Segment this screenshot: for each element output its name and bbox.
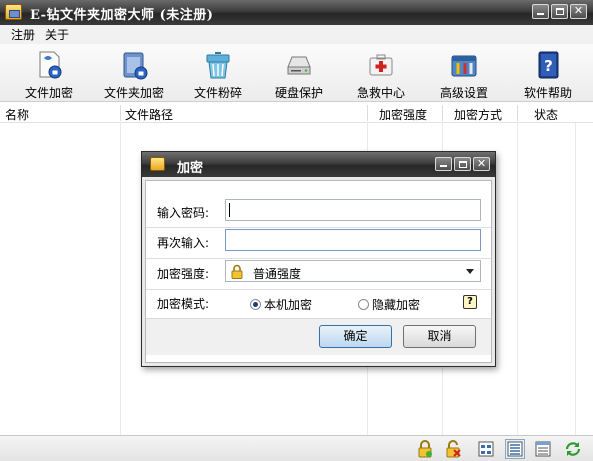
folder-encrypt-label: 文件夹加密 [103,86,164,100]
icon-view-icon [478,441,494,457]
dialog-window-controls: ✕ [435,157,490,171]
ok-button[interactable]: 确定 [319,325,392,348]
refresh-icon [565,442,581,456]
confirm-password-label: 再次输入: [157,236,210,250]
software-help-button[interactable]: ? 软件帮助 [511,46,585,102]
hard-disk-icon [287,56,311,75]
folder-encrypt-button[interactable]: 文件夹加密 [97,46,171,102]
status-bar [0,435,593,461]
lock-icon [231,264,243,279]
mode-local-label: 本机加密 [264,298,313,312]
confirm-password-input[interactable] [225,229,481,251]
close-icon: ✕ [476,157,487,170]
first-aid-label: 急救中心 [356,86,405,100]
radio-checked-icon [250,299,261,310]
column-divider[interactable] [367,105,368,121]
help-book-icon: ? [538,51,559,79]
column-divider[interactable] [517,105,518,121]
maximize-icon [459,161,467,168]
chevron-down-icon[interactable] [466,269,474,274]
file-list-header: 名称 文件路径 加密强度 加密方式 状态 [0,103,593,123]
cancel-button[interactable]: 取消 [403,325,476,348]
menu-bar: 注册 关于 [0,25,593,44]
close-icon: ✕ [573,4,584,17]
app-icon [5,4,22,20]
svg-text:?: ? [544,57,553,75]
unlock-icon [446,440,461,458]
minimize-button[interactable] [532,4,549,19]
refresh-button[interactable] [563,439,583,459]
dialog-minimize-button[interactable] [435,157,452,171]
help-icon[interactable]: ? [463,295,477,309]
first-aid-button[interactable]: 急救中心 [344,46,418,102]
row-divider [146,227,491,228]
lock-status-button[interactable] [415,439,435,459]
hard-disk-protect-label: 硬盘保护 [274,86,323,100]
row-divider [146,258,491,259]
hard-disk-protect-button[interactable]: 硬盘保护 [262,46,336,102]
window-controls: ✕ [532,4,587,19]
close-button[interactable]: ✕ [570,4,587,19]
window-title: E-钻文件夹加密大师 (未注册) [30,8,214,23]
grid-line [120,123,121,435]
mode-local-radio[interactable]: 本机加密 [250,296,312,313]
view-list-button[interactable] [505,439,525,459]
password-input[interactable] [225,199,481,221]
dialog-titlebar[interactable]: 加密 ✕ [142,152,495,177]
list-view-icon [507,441,523,457]
file-encrypt-button[interactable]: 文件加密 [12,46,86,102]
column-status[interactable]: 状态 [534,106,558,123]
lock-icon [418,440,432,458]
row-divider [146,289,491,290]
file-shredder-label: 文件粉碎 [193,86,242,100]
strength-select[interactable]: 普通强度 [225,260,481,282]
dialog-body: 输入密码: 再次输入: 加密强度: 普通强度 加密模式: 本机加密 隐藏加密 ? [145,180,492,363]
dialog-close-button[interactable]: ✕ [473,157,490,171]
strength-label: 加密强度: [157,267,210,281]
encrypt-dialog: 加密 ✕ 输入密码: 再次输入: 加密强度: 普通强度 加密模式: 本机加密 隐… [141,151,496,367]
advanced-settings-button[interactable]: 高级设置 [427,46,501,102]
folder-encrypt-icon [123,52,148,80]
column-name[interactable]: 名称 [5,106,29,123]
maximize-button[interactable] [551,4,568,19]
column-strength[interactable]: 加密强度 [379,106,427,123]
grid-line [575,123,576,435]
view-icons-button[interactable] [476,439,496,459]
software-help-label: 软件帮助 [523,86,572,100]
text-caret [229,203,230,217]
shredder-icon [206,52,230,79]
advanced-settings-label: 高级设置 [439,86,488,100]
mode-hidden-label: 隐藏加密 [372,298,421,312]
radio-unchecked-icon [358,299,369,310]
menu-register[interactable]: 注册 [11,26,35,43]
column-method[interactable]: 加密方式 [454,106,502,123]
mode-hidden-radio[interactable]: 隐藏加密 [358,296,420,313]
settings-tools-icon [451,55,477,77]
dialog-app-icon [150,157,165,171]
minimize-icon [537,13,544,15]
grid-line [517,123,518,435]
view-details-button[interactable] [533,439,553,459]
maximize-icon [556,8,564,15]
main-titlebar[interactable]: E-钻文件夹加密大师 (未注册) ✕ [0,0,593,25]
password-label: 输入密码: [157,206,210,220]
strength-value: 普通强度 [253,267,302,281]
file-shredder-button[interactable]: 文件粉碎 [181,46,255,102]
dialog-title: 加密 [177,161,204,176]
toolbar: 文件加密 文件夹加密 文件粉碎 硬盘保护 急救中心 高级设置 ? 软件帮助 [0,44,593,102]
mode-label: 加密模式: [157,297,210,311]
unlock-status-button[interactable] [443,439,463,459]
file-encrypt-icon [39,51,62,79]
column-divider[interactable] [442,105,443,121]
first-aid-icon [369,54,393,76]
details-view-icon [535,441,551,457]
column-path[interactable]: 文件路径 [125,106,173,123]
dialog-maximize-button[interactable] [454,157,471,171]
file-encrypt-label: 文件加密 [24,86,73,100]
minimize-icon [440,165,447,167]
menu-about[interactable]: 关于 [45,26,69,43]
column-divider[interactable] [120,105,121,121]
